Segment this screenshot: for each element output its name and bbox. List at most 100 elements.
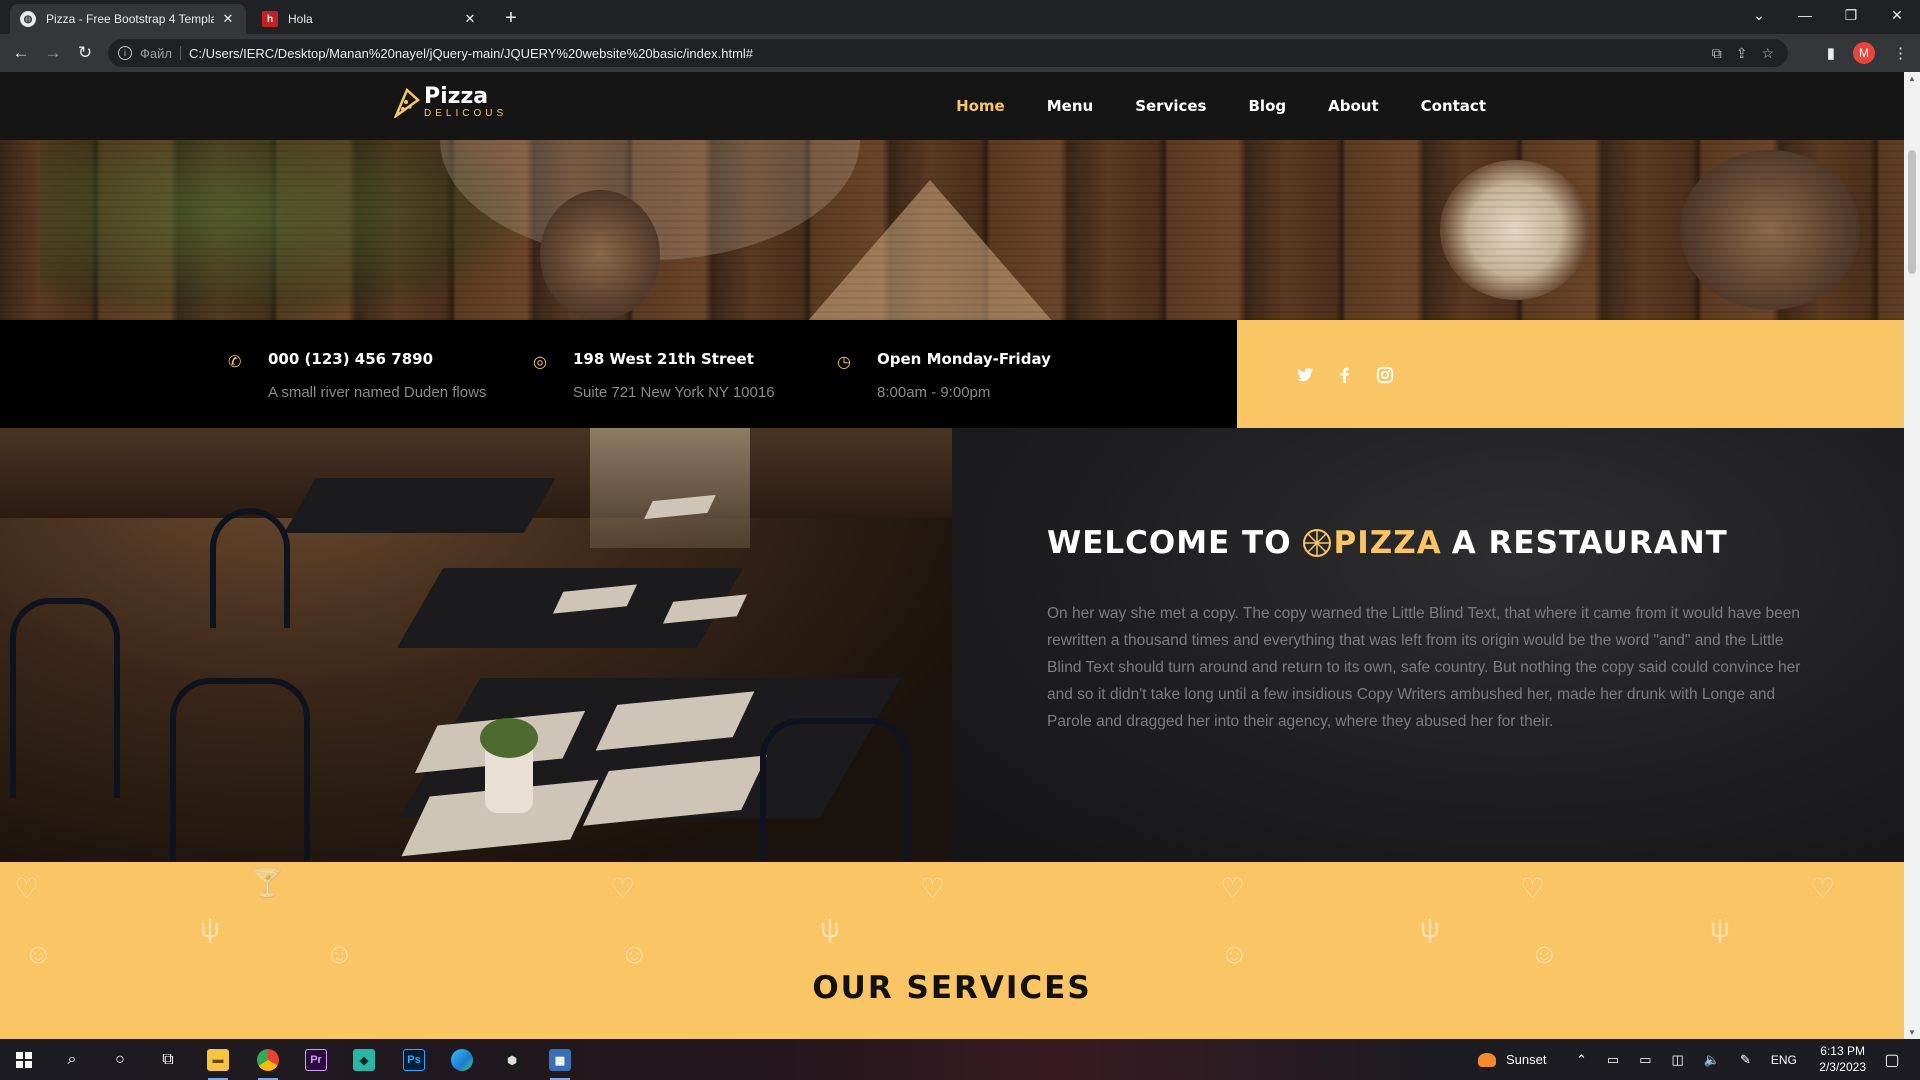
scrollbar-thumb[interactable] (1908, 150, 1916, 274)
pen-icon[interactable]: ✎ (1740, 1052, 1751, 1068)
facebook-icon[interactable] (1336, 366, 1354, 384)
instagram-icon[interactable] (1376, 366, 1394, 384)
tab-hola[interactable]: h Hola ✕ (252, 4, 488, 34)
bookmark-star-icon[interactable]: ☆ (1761, 45, 1774, 62)
logo-tagline: DELICOUS (424, 108, 508, 119)
restaurant-photo (0, 428, 952, 862)
services-heading: OUR SERVICES (812, 970, 1092, 1006)
cocktail-pattern-icon: 🍸 (250, 867, 285, 898)
smiley-pattern-icon: ☺ (1220, 938, 1249, 969)
close-tab-icon[interactable]: ✕ (220, 11, 236, 27)
system-clock[interactable]: 6:13 PM 2/3/2023 (1819, 1043, 1866, 1075)
back-button[interactable]: ← (8, 40, 34, 66)
windows-taskbar: ⌕ ○ ⧉ ▬ Pr ◆ Ps ⬢ ▦ Sunset ⌃ ▭ ▭ ◫ 🔈 ✎ E… (0, 1039, 1920, 1080)
h-favicon-icon: h (262, 11, 278, 27)
tab-search-icon[interactable]: ⌄ (1736, 0, 1782, 30)
twitter-icon[interactable] (1296, 366, 1314, 384)
tab-pizza[interactable]: ◍ Pizza - Free Bootstrap 4 Template ✕ (10, 4, 246, 34)
nav-contact[interactable]: Contact (1421, 97, 1486, 115)
task-view-icon[interactable]: ⧉ (148, 1045, 188, 1075)
nav-home[interactable]: Home (956, 97, 1005, 115)
info-sub: 8:00am - 9:00pm (877, 384, 991, 401)
translate-icon[interactable]: ⧉ (1712, 45, 1722, 62)
app-icon[interactable]: ◆ (344, 1045, 384, 1075)
address-toolbar: ← → ↻ i Файл C:/Users/IERC/Desktop/Manan… (0, 34, 1920, 72)
nav-about[interactable]: About (1328, 97, 1379, 115)
premiere-icon[interactable]: Pr (296, 1045, 336, 1075)
welcome-suffix: A RESTAURANT (1451, 525, 1728, 561)
heart-pattern-icon: ♡ (1220, 873, 1246, 904)
language-indicator[interactable]: ENG (1771, 1053, 1797, 1067)
photoshop-icon[interactable]: Ps (394, 1045, 434, 1075)
nav-blog[interactable]: Blog (1249, 97, 1287, 115)
cortana-icon[interactable]: ○ (100, 1045, 140, 1075)
search-icon[interactable]: ⌕ (52, 1045, 92, 1075)
heart-pattern-icon: ♡ (610, 873, 636, 904)
globe-icon: ◍ (20, 11, 36, 27)
main-nav: Home Menu Services Blog About Contact (956, 72, 1486, 140)
kebab-menu-icon[interactable]: ⋮ (1893, 44, 1908, 62)
browser-tab-strip: ◍ Pizza - Free Bootstrap 4 Template ✕ h … (0, 0, 1920, 34)
clock-date: 2/3/2023 (1819, 1060, 1866, 1074)
info-heading: 000 (123) 456 7890 (268, 350, 434, 368)
edge-icon[interactable] (442, 1045, 482, 1075)
meet-icon[interactable]: ▭ (1607, 1052, 1619, 1068)
url-text[interactable]: C:/Users/IERC/Desktop/Manan%20nayel/jQue… (189, 46, 753, 61)
windows-start-icon[interactable] (4, 1045, 44, 1075)
info-icon[interactable]: i (118, 46, 132, 60)
fork-pattern-icon: ψ (1710, 912, 1730, 943)
file-explorer-icon[interactable]: ▬ (198, 1045, 238, 1080)
weather-widget[interactable]: Sunset (1478, 1039, 1546, 1080)
nav-menu[interactable]: Menu (1047, 97, 1093, 115)
volume-icon[interactable]: 🔈 (1704, 1052, 1720, 1068)
reload-button[interactable]: ↻ (72, 40, 98, 66)
fork-pattern-icon: ψ (1420, 912, 1440, 943)
smiley-pattern-icon: ☺ (325, 938, 354, 969)
close-window-button[interactable]: ✕ (1874, 0, 1920, 30)
photo-chair (170, 678, 310, 862)
heart-pattern-icon: ♡ (14, 873, 40, 904)
chevron-up-icon[interactable]: ⌃ (1576, 1052, 1587, 1068)
app-icon[interactable]: ⬢ (492, 1045, 532, 1075)
notification-icon[interactable]: ▢ (1872, 1045, 1912, 1075)
minimize-button[interactable]: — (1782, 0, 1828, 30)
info-bar: ✆ 000 (123) 456 7890 A small river named… (0, 320, 1904, 428)
scroll-down-arrow-icon[interactable]: ▼ (1904, 1028, 1920, 1037)
site-logo[interactable]: Pizza DELICOUS (394, 86, 507, 120)
side-panel-icon[interactable]: ▮ (1827, 44, 1835, 62)
wood-grain (0, 140, 1904, 320)
heart-pattern-icon: ♡ (1520, 873, 1546, 904)
smiley-pattern-icon: ☺ (1530, 938, 1559, 969)
info-heading: Open Monday-Friday (877, 350, 1051, 368)
photo-table (284, 478, 556, 533)
weather-label: Sunset (1506, 1052, 1547, 1067)
chrome-icon[interactable] (248, 1045, 288, 1080)
system-tray: ⌃ ▭ ▭ ◫ 🔈 ✎ ENG (1576, 1039, 1797, 1080)
welcome-title: WELCOME TO PIZZA A RESTAURANT (1047, 525, 1728, 561)
app-icon[interactable]: ▦ (540, 1045, 580, 1080)
clock-icon: ◷ (837, 354, 851, 371)
heart-pattern-icon: ♡ (1810, 873, 1836, 904)
hero-slider (0, 140, 1904, 320)
divider (179, 46, 181, 60)
new-tab-button[interactable]: + (498, 5, 524, 31)
share-icon[interactable]: ⇪ (1736, 45, 1748, 62)
network-icon[interactable]: ◫ (1672, 1052, 1684, 1068)
restore-button[interactable]: ❐ (1828, 0, 1874, 30)
page-scrollbar[interactable]: ▲ ▼ (1904, 72, 1920, 1039)
scroll-up-arrow-icon[interactable]: ▲ (1904, 74, 1920, 83)
pizza-icon (1302, 529, 1331, 557)
page-viewport: Pizza DELICOUS Home Menu Services Blog A… (0, 72, 1920, 1039)
pizza-slice-icon (394, 88, 420, 118)
forward-button[interactable]: → (40, 40, 66, 66)
nav-services[interactable]: Services (1135, 97, 1206, 115)
profile-avatar[interactable]: M (1853, 42, 1875, 64)
display-icon[interactable]: ▭ (1639, 1052, 1651, 1068)
close-tab-icon[interactable]: ✕ (462, 11, 478, 27)
sunset-icon (1478, 1052, 1496, 1067)
info-sub: Suite 721 New York NY 10016 (573, 384, 775, 401)
omnibox[interactable]: i Файл C:/Users/IERC/Desktop/Manan%20nay… (108, 39, 1788, 67)
tab-title: Hola (288, 12, 313, 26)
phone-icon: ✆ (228, 354, 242, 371)
info-sub: A small river named Duden flows (268, 384, 487, 401)
